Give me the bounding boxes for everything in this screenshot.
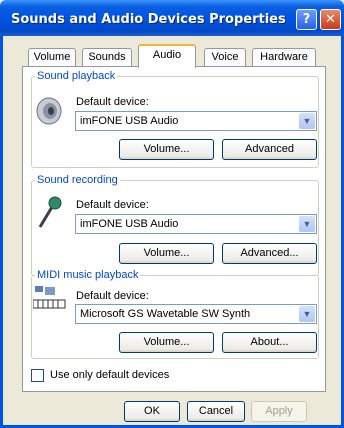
- apply-button[interactable]: Apply: [251, 401, 307, 422]
- playback-device-label: Default device:: [76, 96, 149, 108]
- tab-volume[interactable]: Volume: [28, 48, 76, 66]
- use-default-devices-label[interactable]: Use only default devices: [50, 369, 169, 381]
- speaker-icon: [36, 97, 62, 125]
- midi-about-button[interactable]: About...: [222, 332, 317, 353]
- tab-hardware[interactable]: Hardware: [252, 48, 316, 66]
- midi-volume-button[interactable]: Volume...: [119, 332, 214, 353]
- window-title: Sounds and Audio Devices Properties: [11, 12, 286, 27]
- tab-sounds[interactable]: Sounds: [82, 48, 132, 66]
- midi-device-select[interactable]: Microsoft GS Wavetable SW Synth ▼: [75, 304, 317, 324]
- recording-volume-button[interactable]: Volume...: [119, 243, 214, 264]
- recording-device-label: Default device:: [76, 199, 149, 211]
- midi-keyboard-icon: [33, 286, 66, 309]
- microphone-icon: [38, 196, 62, 228]
- cancel-button[interactable]: Cancel: [187, 401, 245, 422]
- playback-volume-button[interactable]: Volume...: [119, 139, 214, 160]
- chevron-down-icon[interactable]: ▼: [299, 216, 315, 232]
- sound-playback-label: Sound playback: [35, 70, 118, 82]
- midi-playback-label: MIDI music playback: [35, 269, 141, 281]
- midi-device-label: Default device:: [76, 290, 149, 302]
- playback-device-value: imFONE USB Audio: [80, 115, 179, 127]
- chevron-down-icon[interactable]: ▼: [299, 306, 315, 322]
- chevron-down-icon[interactable]: ▼: [299, 113, 315, 129]
- recording-device-value: imFONE USB Audio: [80, 218, 179, 230]
- recording-device-select[interactable]: imFONE USB Audio ▼: [75, 214, 317, 234]
- midi-device-value: Microsoft GS Wavetable SW Synth: [80, 308, 251, 320]
- playback-advanced-button[interactable]: Advanced: [222, 139, 317, 160]
- audio-tab-panel: Sound playback Default device: imFONE US…: [22, 66, 326, 392]
- title-bar[interactable]: Sounds and Audio Devices Properties ? ✕: [0, 0, 344, 36]
- help-button[interactable]: ?: [296, 9, 317, 30]
- ok-button[interactable]: OK: [124, 401, 180, 422]
- tab-voice[interactable]: Voice: [204, 48, 246, 66]
- tab-audio[interactable]: Audio: [138, 44, 196, 68]
- properties-dialog: Sounds and Audio Devices Properties ? ✕ …: [0, 0, 344, 428]
- use-default-devices-checkbox[interactable]: [31, 369, 44, 382]
- recording-advanced-button[interactable]: Advanced...: [222, 243, 317, 264]
- window-frame-left: [0, 36, 3, 428]
- playback-device-select[interactable]: imFONE USB Audio ▼: [75, 111, 317, 131]
- sound-recording-label: Sound recording: [35, 174, 120, 186]
- close-button[interactable]: ✕: [320, 9, 341, 30]
